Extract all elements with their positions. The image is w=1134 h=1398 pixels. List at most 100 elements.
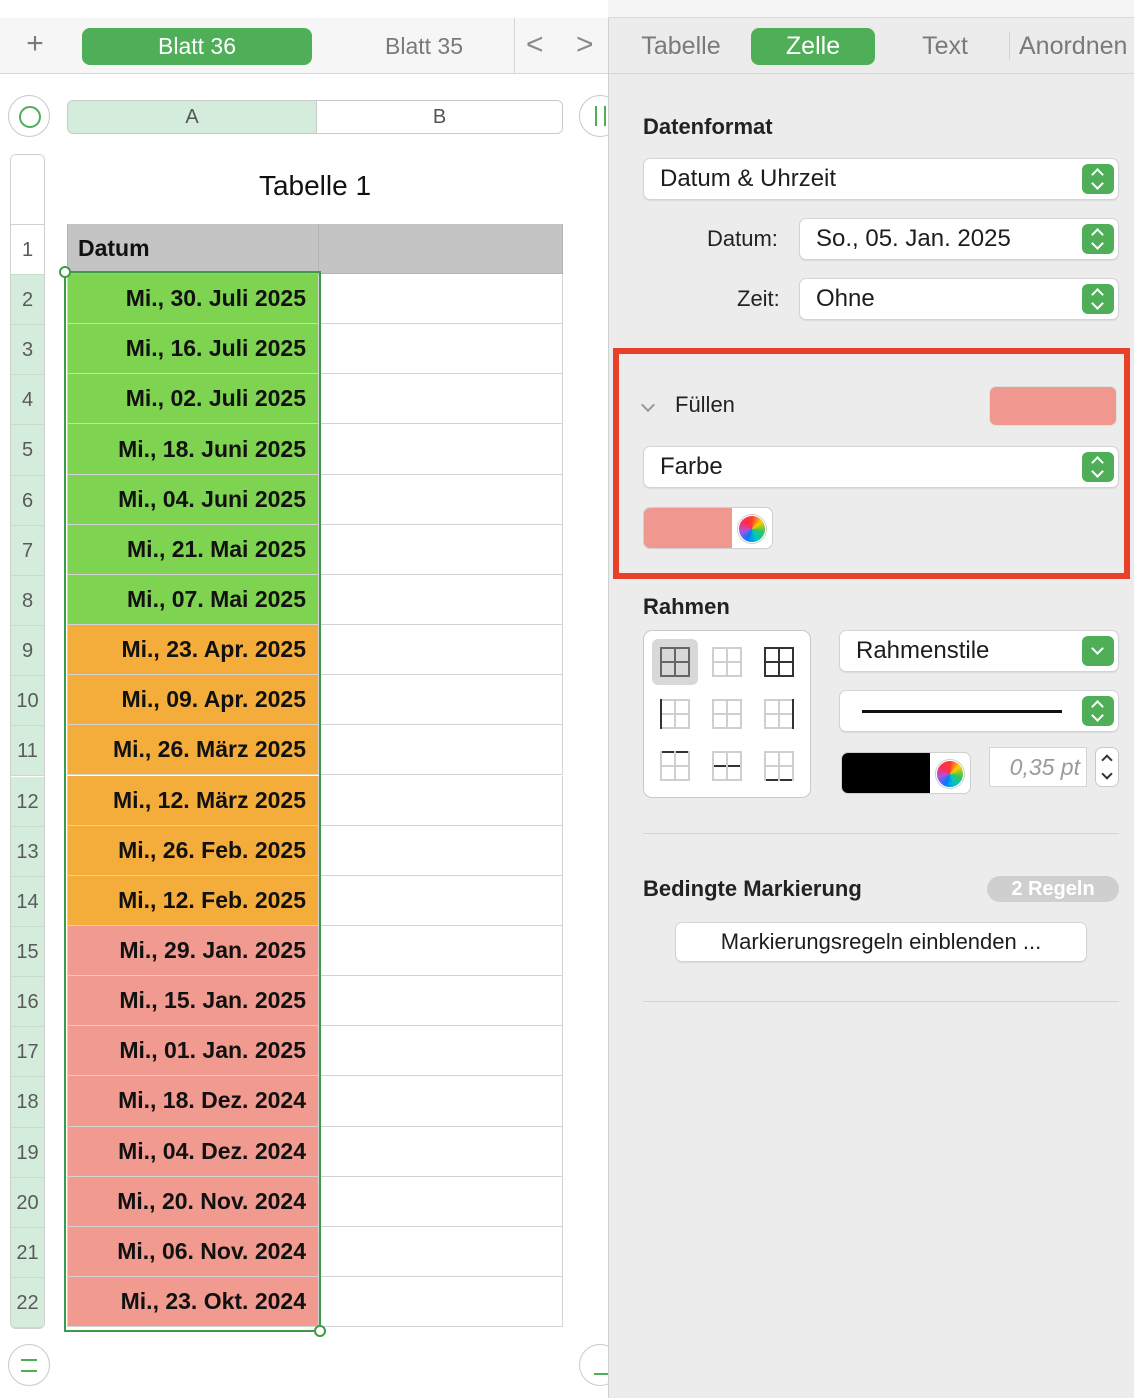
fill-color-well[interactable] (643, 507, 773, 549)
row-header[interactable]: 6 (11, 475, 44, 526)
date-cell[interactable]: Mi., 18. Dez. 2024 (67, 1076, 319, 1127)
empty-cell[interactable] (319, 474, 563, 525)
color-wheel-icon[interactable] (936, 760, 964, 788)
select-table-icon[interactable] (8, 95, 50, 137)
empty-cell[interactable] (319, 374, 563, 425)
row-header[interactable]: 16 (11, 977, 44, 1028)
all-borders-icon[interactable] (660, 647, 690, 677)
column-header-a[interactable]: A (68, 101, 317, 133)
empty-cell[interactable] (319, 925, 563, 977)
row-header[interactable]: 12 (11, 776, 44, 827)
sheet-tab-blatt-36[interactable]: Blatt 36 (82, 28, 312, 65)
add-column-icon[interactable] (579, 95, 608, 137)
date-cell[interactable]: Mi., 20. Nov. 2024 (67, 1176, 319, 1227)
empty-cell[interactable] (319, 324, 563, 375)
empty-cell[interactable] (319, 524, 563, 575)
date-cell[interactable]: Mi., 30. Juli 2025 (67, 274, 319, 325)
empty-cell[interactable] (319, 574, 563, 626)
date-cell[interactable]: Mi., 04. Juni 2025 (67, 474, 319, 525)
date-cell[interactable]: Mi., 12. März 2025 (67, 775, 319, 826)
right-border-icon[interactable] (764, 699, 794, 729)
empty-cell[interactable] (319, 1176, 563, 1227)
empty-cell[interactable] (319, 1277, 563, 1328)
row-header[interactable]: 19 (11, 1127, 44, 1178)
date-cell[interactable]: Mi., 23. Apr. 2025 (67, 625, 319, 676)
border-line-popup[interactable] (839, 690, 1119, 732)
border-width-stepper[interactable] (1095, 747, 1119, 787)
inner-borders-icon[interactable] (712, 647, 742, 677)
row-header[interactable]: 15 (11, 926, 44, 978)
resize-table-icon[interactable] (579, 1344, 608, 1386)
border-style-popup[interactable]: Rahmenstile (839, 630, 1119, 672)
empty-cell[interactable] (319, 1126, 563, 1177)
row-header[interactable]: 20 (11, 1177, 44, 1228)
fill-type-popup[interactable]: Farbe (643, 446, 1119, 488)
empty-cell[interactable] (319, 675, 563, 726)
date-format-popup[interactable]: So., 05. Jan. 2025 (799, 218, 1119, 260)
empty-cell[interactable] (319, 775, 563, 826)
date-cell[interactable]: Mi., 04. Dez. 2024 (67, 1126, 319, 1177)
add-sheet-button[interactable]: + (18, 28, 52, 62)
date-cell[interactable]: Mi., 23. Okt. 2024 (67, 1277, 319, 1328)
row-header[interactable]: 21 (11, 1227, 44, 1278)
date-cell[interactable]: Mi., 09. Apr. 2025 (67, 675, 319, 726)
date-cell[interactable]: Mi., 06. Nov. 2024 (67, 1226, 319, 1277)
row-header[interactable]: 7 (11, 525, 44, 576)
row-header[interactable]: 17 (11, 1027, 44, 1078)
empty-cell[interactable] (319, 424, 563, 475)
data-format-popup[interactable]: Datum & Uhrzeit (643, 158, 1119, 200)
show-highlight-rules-button[interactable]: Markierungsregeln einblenden ... (675, 922, 1087, 962)
add-row-icon[interactable] (8, 1344, 50, 1386)
table-title[interactable]: Tabelle 1 (67, 170, 563, 202)
row-header[interactable]: 4 (11, 375, 44, 426)
header-cell-datum[interactable]: Datum (67, 224, 319, 274)
outer-borders-icon[interactable] (764, 647, 794, 677)
fill-color-swatch[interactable] (644, 508, 732, 548)
empty-cell[interactable] (319, 1026, 563, 1077)
date-cell[interactable]: Mi., 26. Feb. 2025 (67, 825, 319, 876)
empty-cell[interactable] (319, 875, 563, 926)
row-header[interactable]: 11 (11, 726, 44, 777)
sheet-tab-blatt-35[interactable]: Blatt 35 (312, 28, 536, 65)
empty-cell[interactable] (319, 1226, 563, 1277)
date-cell[interactable]: Mi., 15. Jan. 2025 (67, 976, 319, 1027)
row-header[interactable]: 9 (11, 626, 44, 677)
row-header[interactable]: 3 (11, 325, 44, 376)
top-border-icon[interactable] (660, 751, 690, 781)
fill-color-preview[interactable] (989, 386, 1117, 426)
empty-cell[interactable] (319, 725, 563, 776)
tab-zelle[interactable]: Zelle (751, 28, 875, 65)
tab-text[interactable]: Text (899, 28, 991, 65)
vertical-inner-icon[interactable] (712, 699, 742, 729)
row-header[interactable]: 10 (11, 676, 44, 727)
date-cell[interactable]: Mi., 29. Jan. 2025 (67, 925, 319, 977)
empty-cell[interactable] (319, 625, 563, 676)
chevron-right-icon[interactable]: > (576, 30, 594, 60)
empty-cell[interactable] (319, 976, 563, 1027)
time-format-popup[interactable]: Ohne (799, 278, 1119, 320)
horizontal-inner-icon[interactable] (712, 751, 742, 781)
date-cell[interactable]: Mi., 26. März 2025 (67, 725, 319, 776)
empty-cell[interactable] (319, 274, 563, 325)
row-header-1[interactable]: 1 (11, 225, 44, 275)
border-width-field[interactable]: 0,35 pt (989, 747, 1087, 787)
date-cell[interactable]: Mi., 18. Juni 2025 (67, 424, 319, 475)
empty-cell[interactable] (319, 825, 563, 876)
bottom-border-icon[interactable] (764, 751, 794, 781)
date-cell[interactable]: Mi., 16. Juli 2025 (67, 324, 319, 375)
chevron-left-icon[interactable]: < (526, 30, 544, 60)
row-header[interactable]: 14 (11, 876, 44, 927)
empty-cell[interactable] (319, 1076, 563, 1127)
date-cell[interactable]: Mi., 12. Feb. 2025 (67, 875, 319, 926)
color-wheel-icon[interactable] (738, 515, 766, 543)
date-cell[interactable]: Mi., 02. Juli 2025 (67, 374, 319, 425)
tab-tabelle[interactable]: Tabelle (627, 28, 735, 65)
header-cell-b[interactable] (319, 224, 563, 274)
row-header[interactable]: 8 (11, 575, 44, 627)
date-cell[interactable]: Mi., 07. Mai 2025 (67, 574, 319, 626)
column-header-b[interactable]: B (317, 101, 562, 133)
row-header[interactable]: 13 (11, 826, 44, 877)
row-header[interactable]: 5 (11, 425, 44, 476)
row-header[interactable]: 18 (11, 1077, 44, 1128)
row-header[interactable]: 2 (11, 275, 44, 326)
